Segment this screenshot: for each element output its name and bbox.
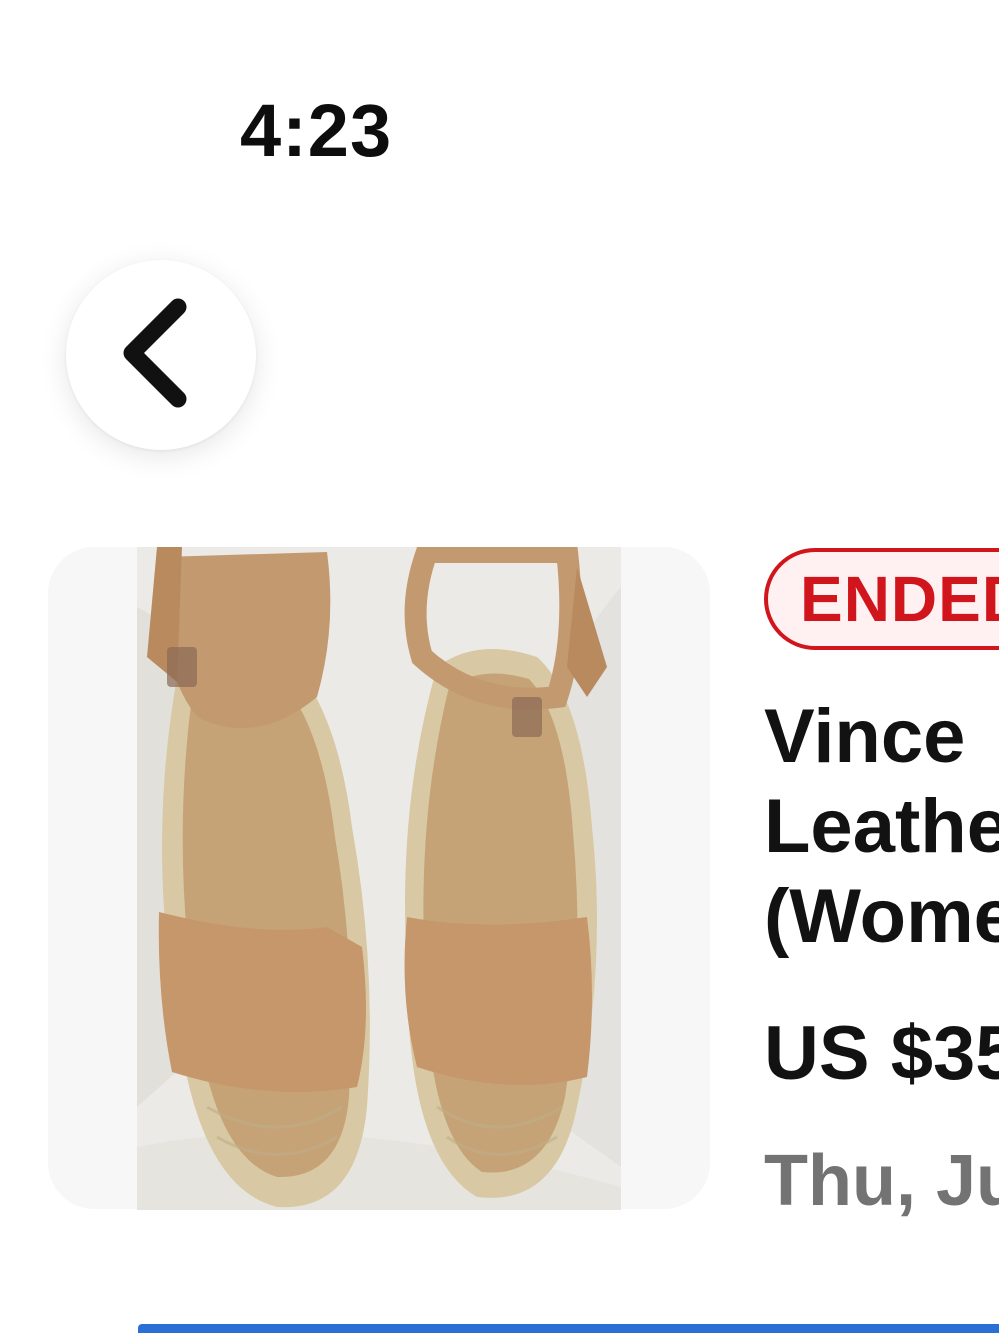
chevron-left-icon: [123, 298, 187, 408]
screen: 4:23 ENDE Vince Leathe (Wome US $35 Thu,…: [0, 0, 999, 1333]
bottom-accent-bar: [138, 1324, 999, 1333]
back-button[interactable]: [66, 260, 256, 450]
item-title[interactable]: Vince Leathe (Wome: [764, 692, 999, 962]
item-price: US $35: [764, 1011, 999, 1096]
sandals-image: [137, 547, 621, 1210]
item-end-date: Thu, Ju: [764, 1141, 999, 1221]
status-badge: ENDED: [764, 548, 999, 650]
item-title-line-2: Leathe: [764, 784, 999, 869]
item-title-line-3: (Wome: [764, 874, 999, 959]
status-time: 4:23: [240, 89, 393, 172]
product-photo[interactable]: [137, 547, 621, 1210]
item-title-line-1: Vince: [764, 694, 966, 779]
